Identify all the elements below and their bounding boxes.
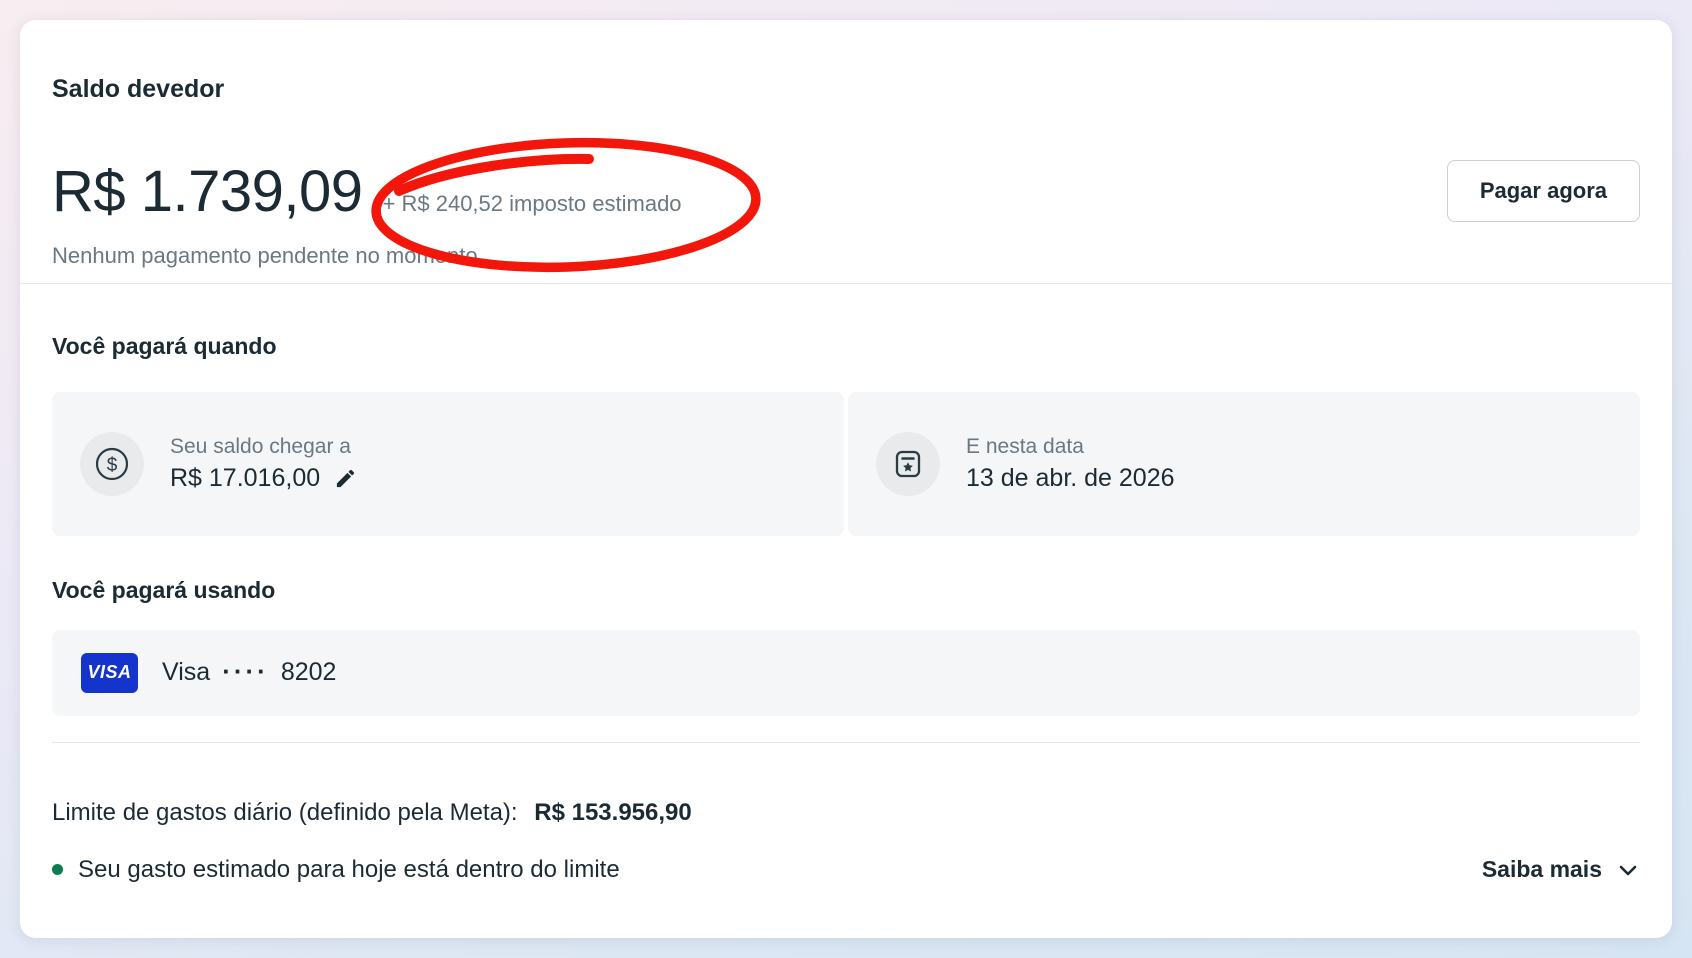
threshold-texts: Seu saldo chegar a R$ 17.016,00 [170,435,357,493]
pay-using-heading: Você pagará usando [52,576,1640,606]
spend-limit-section: Limite de gastos diário (definido pela M… [20,743,1672,884]
card-summary: Visa ···· 8202 [162,658,336,687]
daily-limit-label: Limite de gastos diário (definido pela M… [52,799,518,826]
threshold-label: Seu saldo chegar a [170,435,357,459]
daily-limit-value: R$ 153.956,90 [534,799,691,826]
card-last4: 8202 [281,658,337,687]
limit-status-text: Seu gasto estimado para hoje está dentro… [78,856,620,884]
limit-status: Seu gasto estimado para hoje está dentro… [52,856,620,884]
chevron-down-icon [1616,858,1640,882]
payment-details-section: Você pagará quando $ Seu saldo chegar a … [20,332,1672,743]
learn-more-toggle[interactable]: Saiba mais [1482,856,1640,883]
status-green-dot-icon [52,864,63,875]
dollar-circle-icon: $ [94,446,130,482]
pay-now-button[interactable]: Pagar agora [1447,160,1640,222]
balance-section: Saldo devedor R$ 1.739,09 + R$ 240,52 im… [20,20,1672,283]
billing-balance-card: Saldo devedor R$ 1.739,09 + R$ 240,52 im… [20,20,1672,938]
learn-more-label: Saiba mais [1482,856,1602,883]
payment-date-label: E nesta data [966,435,1175,459]
dollar-chip: $ [80,432,144,496]
threshold-box: $ Seu saldo chegar a R$ 17.016,00 [52,392,844,536]
pay-when-heading: Você pagará quando [52,332,1640,362]
daily-limit-line: Limite de gastos diário (definido pela M… [52,797,1640,828]
payment-date-box: E nesta data 13 de abr. de 2026 [848,392,1640,536]
payment-method-row: VISA Visa ···· 8202 [52,630,1640,716]
edit-threshold-pencil-icon[interactable] [334,467,357,490]
threshold-value: R$ 17.016,00 [170,464,320,493]
balance-amount-row: R$ 1.739,09 + R$ 240,52 imposto estimado [52,157,1640,227]
visa-logo: VISA [81,653,138,693]
svg-text:$: $ [107,455,118,476]
payment-date-texts: E nesta data 13 de abr. de 2026 [966,435,1175,493]
card-number-mask: ···· [222,658,269,684]
payment-date-value: 13 de abr. de 2026 [966,464,1175,493]
card-brand: Visa [162,658,210,687]
page-title: Saldo devedor [52,74,1640,105]
section-divider [20,283,1672,284]
balance-amount: R$ 1.739,09 [52,157,363,227]
calendar-chip [876,432,940,496]
pay-when-boxes: $ Seu saldo chegar a R$ 17.016,00 [52,392,1640,536]
pending-payment-note: Nenhum pagamento pendente no momento. [52,243,1640,283]
calendar-star-icon [891,447,925,481]
estimated-tax-note: + R$ 240,52 imposto estimado [383,191,682,217]
